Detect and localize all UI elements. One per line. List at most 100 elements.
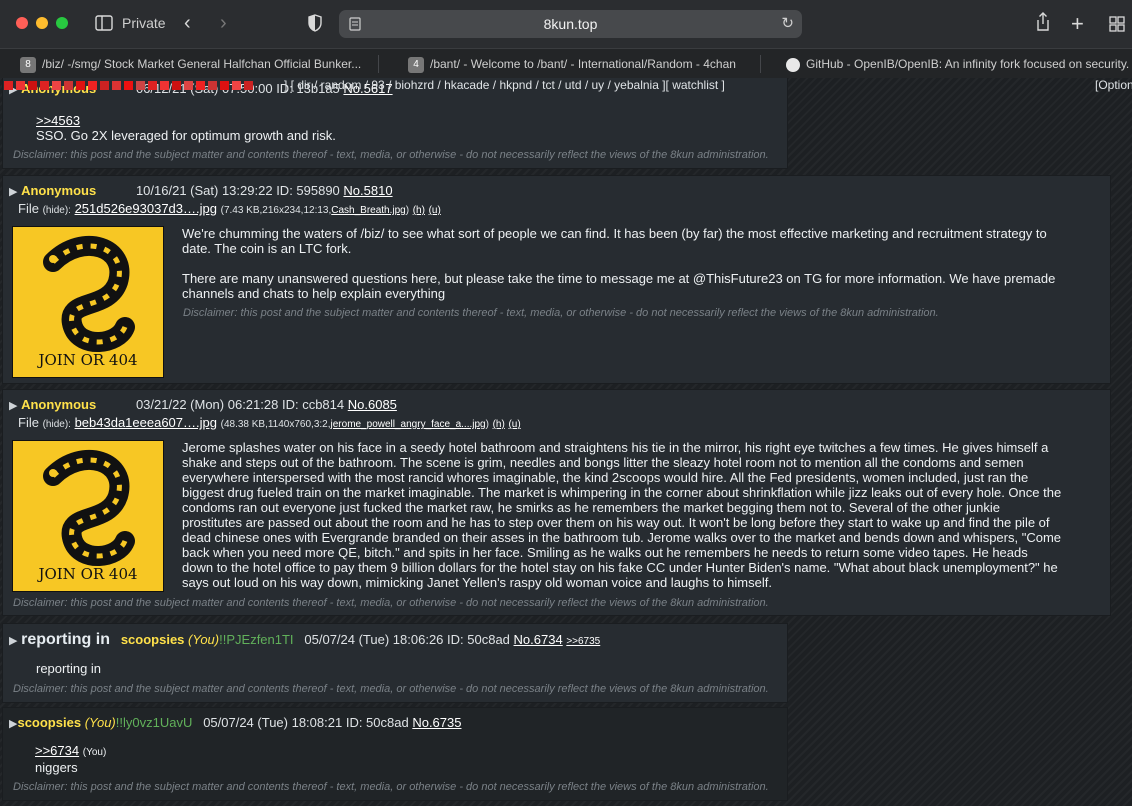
backlink[interactable]: >>6735	[566, 636, 600, 647]
post-6085: ▶ Anonymous 03/21/22 (Mon) 06:21:28 ID: …	[2, 389, 1111, 616]
file-meta: (48.38 KB,1140x760,3:2,	[220, 419, 331, 430]
flag-icon	[76, 81, 85, 90]
poster-name: scoopsies	[120, 632, 185, 647]
quote-link[interactable]: >>4563	[36, 113, 336, 128]
post-number-link[interactable]: No.6085	[348, 397, 397, 412]
new-tab-icon[interactable]: +	[1071, 11, 1084, 37]
flag-icon	[232, 81, 241, 90]
image-search-h-link[interactable]: (h)	[493, 419, 505, 430]
flag-icon	[28, 81, 37, 90]
disclaimer: Disclaimer: this post and the subject ma…	[13, 597, 769, 609]
board-links[interactable]: ] [ dir / random / 93 / biohzrd / hkacad…	[284, 78, 725, 92]
image-search-h-link[interactable]: (h)	[413, 205, 425, 216]
flag-icon	[124, 81, 133, 90]
flag-icon	[64, 81, 73, 90]
private-label: Private	[122, 15, 166, 31]
boardlist: ] [ dir / random / 93 / biohzrd / hkacad…	[0, 78, 1132, 92]
file-name-link[interactable]: 251d526e93037d3….jpg	[75, 201, 217, 216]
reload-icon[interactable]: ↻	[781, 14, 794, 32]
tab-github[interactable]: GitHub - OpenIB/OpenIB: An infinity fork…	[786, 49, 1132, 79]
poster-id[interactable]: ID: 50c8ad	[447, 632, 510, 647]
post-image-thumbnail[interactable]: JOIN OR 404	[12, 440, 164, 592]
poster-name: scoopsies	[17, 715, 82, 730]
flag-icon	[244, 81, 253, 90]
file-original-name[interactable]: jerome_powell_angry_face_a....jpg	[331, 419, 486, 430]
options-link[interactable]: [Option	[1095, 78, 1132, 92]
hide-file-link[interactable]: (hide):	[43, 205, 71, 216]
poster-id[interactable]: ID: 50c8ad	[346, 715, 409, 730]
post-body: >>6734 (You) niggers	[35, 743, 106, 775]
post-datetime: 05/07/24 (Tue) 18:06:26	[304, 632, 444, 647]
post-text-paragraph: We're chumming the waters of /biz/ to se…	[182, 226, 1047, 256]
quote-you-marker: (You)	[82, 747, 107, 758]
file-info: File (hide): 251d526e93037d3….jpg (7.43 …	[18, 201, 441, 216]
file-original-name[interactable]: Cash_Breath.jpg	[331, 205, 406, 216]
flag-icon	[220, 81, 229, 90]
post-number-link[interactable]: No.6735	[412, 715, 461, 730]
flag-icon	[16, 81, 25, 90]
image-search-u-link[interactable]: (u)	[429, 205, 441, 216]
hide-file-link[interactable]: (hide):	[43, 419, 71, 430]
post-6735: ▶scoopsies (You)!!ly0vz1UavU 05/07/24 (T…	[2, 707, 788, 801]
post-menu-triangle-icon[interactable]: ▶	[9, 186, 17, 198]
privacy-shield-icon[interactable]	[308, 14, 322, 32]
post-text: SSO. Go 2X leveraged for optimum growth …	[36, 128, 336, 143]
tab-biz[interactable]: 8/biz/ -/smg/ Stock Market General Halfc…	[20, 49, 370, 79]
page-content: ] [ dir / random / 93 / biohzrd / hkacad…	[0, 78, 1132, 806]
thumbnail-caption: JOIN OR 404	[38, 565, 138, 583]
post-body: >>4563 SSO. Go 2X leveraged for optimum …	[36, 113, 336, 143]
post-intro: ▶scoopsies (You)!!ly0vz1UavU 05/07/24 (T…	[9, 715, 461, 730]
post-text-paragraph: There are many unanswered questions here…	[182, 271, 1056, 301]
post-number-link[interactable]: No.6734	[514, 632, 563, 647]
tab-bant[interactable]: 4/bant/ - Welcome to /bant/ - Internatio…	[408, 49, 753, 79]
post-text: niggers	[35, 760, 78, 775]
file-meta-end: )	[405, 205, 410, 216]
flag-icon	[112, 81, 121, 90]
file-meta-end: )	[485, 419, 489, 430]
file-info: File (hide): beb43da1eeea607….jpg (48.38…	[18, 415, 521, 430]
tab-title: GitHub - OpenIB/OpenIB: An infinity fork…	[806, 57, 1130, 71]
tab-overview-icon[interactable]	[1109, 16, 1125, 32]
github-icon	[786, 57, 800, 72]
url-text: 8kun.top	[543, 16, 598, 32]
flag-icon	[160, 81, 169, 90]
flag-icon	[100, 81, 109, 90]
flag-icon	[196, 81, 205, 90]
post-5810: ▶ Anonymous 10/16/21 (Sat) 13:29:22 ID: …	[2, 175, 1111, 384]
flag-icon	[40, 81, 49, 90]
post-datetime: 10/16/21 (Sat) 13:29:22	[135, 183, 273, 198]
flag-icon	[184, 81, 193, 90]
image-search-u-link[interactable]: (u)	[508, 419, 520, 430]
sidebar-icon[interactable]	[95, 15, 113, 31]
thumbnail-caption: JOIN OR 404	[38, 351, 138, 369]
post-menu-triangle-icon[interactable]: ▶	[9, 635, 17, 647]
board-icons[interactable]	[4, 79, 256, 93]
post-body: We're chumming the waters of /biz/ to se…	[182, 226, 1062, 301]
quote-link[interactable]: >>6734	[35, 743, 79, 758]
post-datetime: 05/07/24 (Tue) 18:08:21	[203, 715, 343, 730]
zoom-window-button[interactable]	[56, 17, 68, 29]
post-intro: ▶ Anonymous 03/21/22 (Mon) 06:21:28 ID: …	[9, 397, 397, 412]
share-icon[interactable]	[1035, 12, 1051, 32]
address-bar[interactable]: 8kun.top ↻	[339, 10, 802, 38]
minimize-window-button[interactable]	[36, 17, 48, 29]
flag-icon	[208, 81, 217, 90]
file-meta: (7.43 KB,216x234,12:13,	[220, 205, 332, 216]
post-intro: ▶ Anonymous 10/16/21 (Sat) 13:29:22 ID: …	[9, 183, 393, 198]
post-6734: ▶ reporting in scoopsies (You)!!PJEzfen1…	[2, 623, 788, 703]
flag-icon	[88, 81, 97, 90]
poster-id[interactable]: ID: 595890	[276, 183, 340, 198]
post-image-thumbnail[interactable]: JOIN OR 404	[12, 226, 164, 378]
file-name-link[interactable]: beb43da1eeea607….jpg	[75, 415, 217, 430]
post-body: reporting in	[36, 661, 102, 676]
flag-icon	[148, 81, 157, 90]
poster-id[interactable]: ID: ccb814	[282, 397, 344, 412]
flag-icon	[4, 81, 13, 90]
tab-bar: 8/biz/ -/smg/ Stock Market General Halfc…	[0, 48, 1132, 79]
post-number-link[interactable]: No.5810	[343, 183, 392, 198]
tab-favicon-icon: 8	[20, 56, 36, 73]
forward-icon[interactable]: ›	[220, 12, 227, 35]
close-window-button[interactable]	[16, 17, 28, 29]
post-menu-triangle-icon[interactable]: ▶	[9, 400, 17, 412]
back-icon[interactable]: ‹	[184, 12, 191, 35]
